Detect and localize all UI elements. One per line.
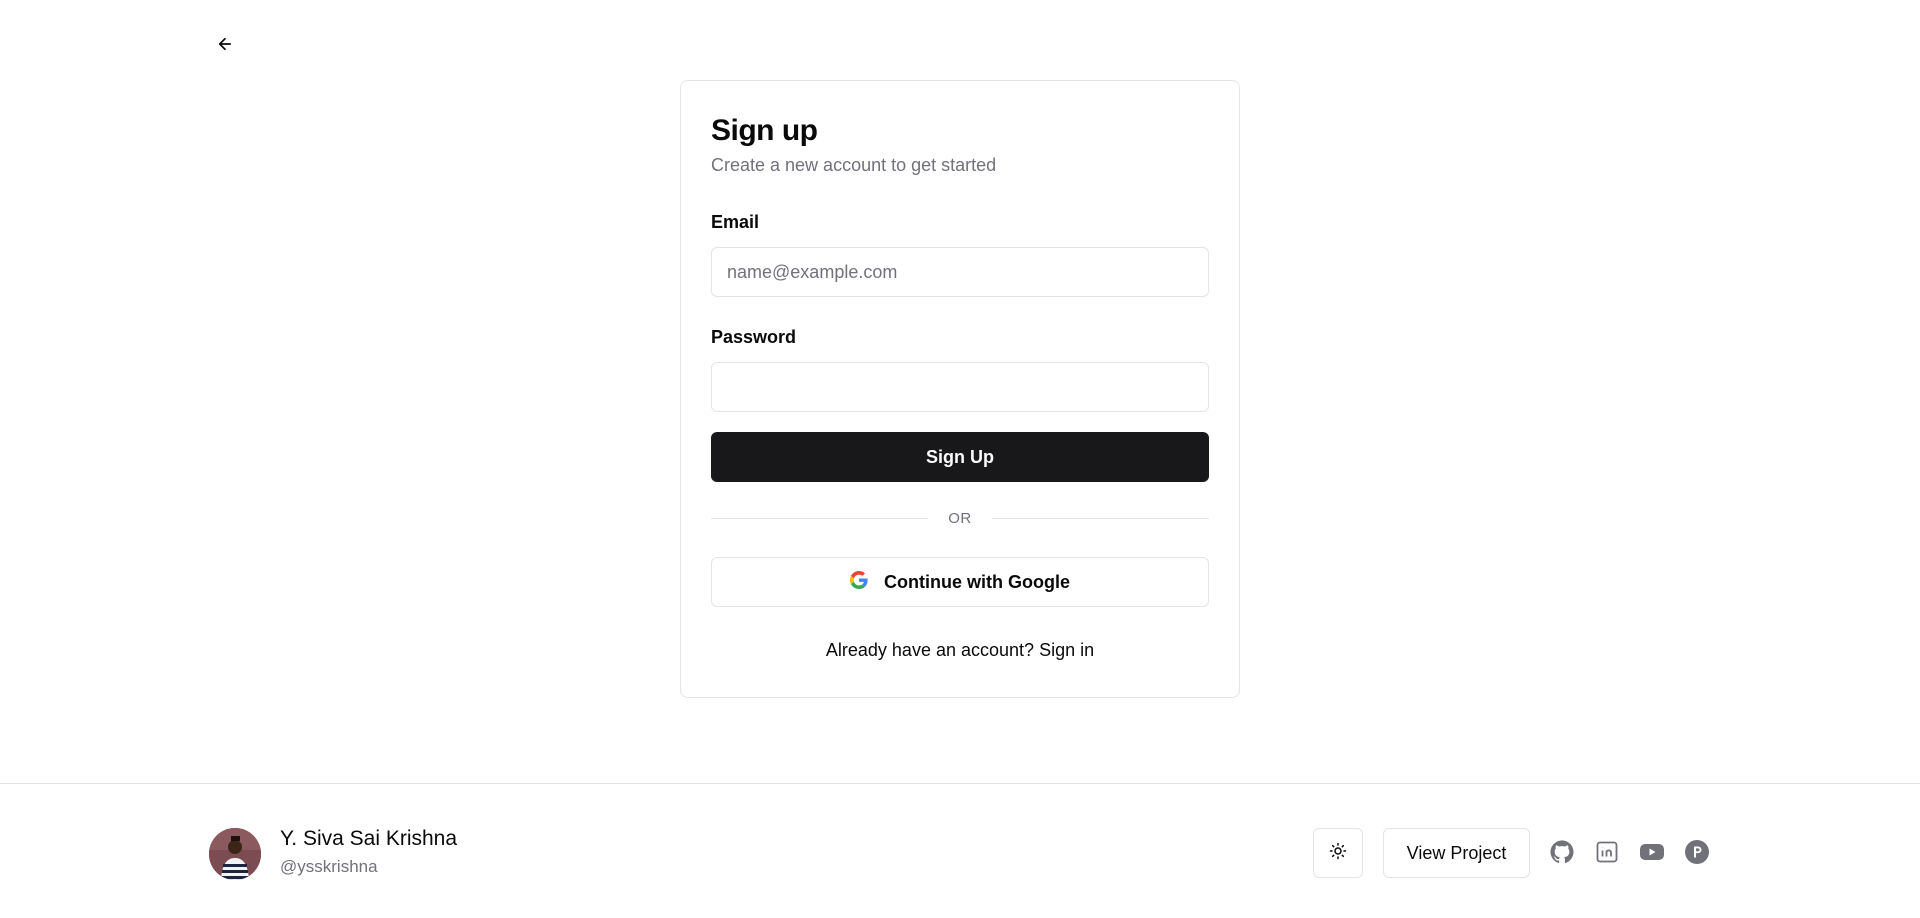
youtube-icon: [1639, 841, 1665, 868]
page-subtitle: Create a new account to get started: [711, 155, 997, 175]
signin-prompt: Already have an account? Sign in: [711, 640, 1209, 661]
email-label: Email: [711, 212, 760, 232]
page-title: Sign up: [711, 114, 818, 147]
sun-icon: [1329, 842, 1347, 865]
footer: Y. Siva Sai Krishna @ysskrishna View Pro…: [0, 783, 1920, 918]
youtube-link[interactable]: [1639, 841, 1665, 867]
signin-link[interactable]: Sign in: [1039, 640, 1094, 660]
linkedin-icon: [1595, 840, 1619, 869]
arrow-left-icon: [216, 35, 234, 58]
theme-toggle-button[interactable]: [1313, 828, 1363, 878]
github-icon: [1550, 840, 1574, 869]
back-button[interactable]: [213, 34, 237, 58]
github-link[interactable]: [1549, 840, 1575, 869]
author-handle: @ysskrishna: [280, 857, 378, 876]
google-button-label: Continue with Google: [884, 571, 1070, 592]
google-icon: [850, 570, 868, 594]
divider-text: OR: [948, 510, 972, 527]
linkedin-link[interactable]: [1594, 841, 1620, 867]
or-divider: OR: [711, 510, 1209, 527]
author-name: Y. Siva Sai Krishna: [280, 827, 458, 850]
divider-line-right: [991, 518, 1209, 519]
continue-with-google-button[interactable]: Continue with Google: [711, 557, 1209, 607]
view-project-button[interactable]: View Project: [1383, 828, 1530, 878]
signup-card: Sign up Create a new account to get star…: [680, 80, 1240, 698]
signin-prompt-text: Already have an account?: [825, 640, 1035, 660]
divider-line-left: [711, 518, 929, 519]
avatar: [209, 828, 261, 880]
sign-up-button[interactable]: Sign Up: [711, 432, 1209, 482]
password-label: Password: [711, 327, 797, 347]
producthunt-link[interactable]: [1684, 839, 1710, 869]
password-field[interactable]: [711, 362, 1209, 412]
producthunt-icon: [1685, 839, 1709, 869]
email-field[interactable]: [711, 247, 1209, 297]
